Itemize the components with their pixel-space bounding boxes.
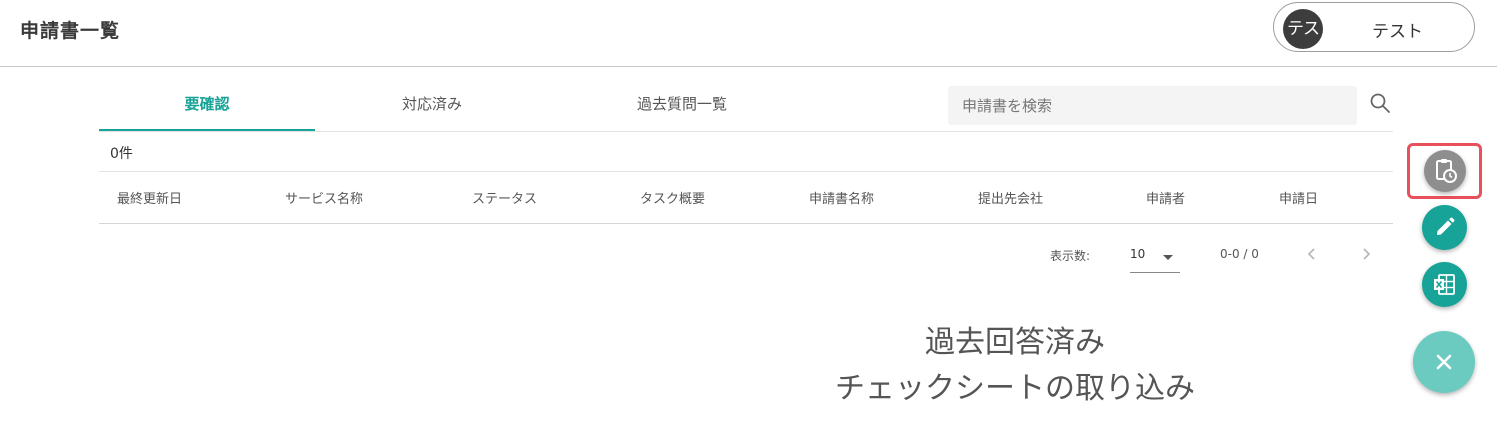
excel-import-button[interactable] (1422, 262, 1467, 307)
table-header-divider (99, 171, 1393, 172)
column-header-status[interactable]: ステータス (472, 188, 537, 207)
chevron-right-icon (1363, 248, 1371, 260)
pagination-range: 0-0 / 0 (1220, 247, 1259, 261)
tabs-divider (99, 131, 1393, 132)
import-past-checksheet-button[interactable] (1424, 150, 1466, 192)
column-header-task-summary[interactable]: タスク概要 (640, 188, 705, 207)
result-count: 0件 (110, 146, 133, 162)
column-header-application-name[interactable]: 申請書名称 (809, 188, 874, 207)
column-header-recipient-company[interactable]: 提出先会社 (978, 188, 1043, 207)
tab-needs-review[interactable]: 要確認 (99, 92, 315, 132)
avatar: テス (1283, 9, 1323, 49)
search-field (948, 86, 1357, 125)
table-body-divider (99, 223, 1393, 224)
fab-tooltip-line-2: チェックシートの取り込み (835, 371, 1195, 406)
close-fab-menu-button[interactable] (1413, 331, 1475, 393)
chevron-down-icon (1163, 255, 1173, 260)
chevron-left-icon (1307, 248, 1315, 260)
pencil-icon (1437, 217, 1455, 235)
fab-tooltip: 過去回答済み チェックシートの取り込み (800, 320, 1230, 412)
rows-per-page-label: 表示数: (1050, 249, 1091, 263)
search-icon[interactable] (1369, 92, 1391, 114)
user-menu-button[interactable]: テス テスト (1273, 2, 1475, 52)
history-checksheet-icon (1436, 159, 1457, 183)
create-application-button[interactable] (1422, 205, 1467, 250)
search-input[interactable] (948, 86, 1356, 125)
rows-per-page-select[interactable]: 10 (1130, 244, 1180, 273)
previous-page-button[interactable] (1302, 244, 1322, 264)
page-title: 申請書一覧 (20, 20, 121, 42)
next-page-button[interactable] (1356, 244, 1376, 264)
tab-completed[interactable]: 対応済み (324, 92, 540, 132)
excel-icon (1434, 274, 1455, 295)
tab-past-questions[interactable]: 過去質問一覧 (574, 92, 790, 132)
rows-per-page-value: 10 (1130, 247, 1146, 261)
column-header-last-updated[interactable]: 最終更新日 (117, 188, 182, 207)
column-header-service-name[interactable]: サービス名称 (285, 188, 363, 207)
column-header-applicant[interactable]: 申請者 (1146, 188, 1185, 207)
column-header-application-date[interactable]: 申請日 (1279, 188, 1318, 207)
user-name: テスト (1372, 22, 1423, 42)
app-header: 申請書一覧 テス テスト (0, 0, 1497, 67)
close-icon (1436, 354, 1452, 370)
fab-tooltip-line-1: 過去回答済み (925, 325, 1105, 360)
